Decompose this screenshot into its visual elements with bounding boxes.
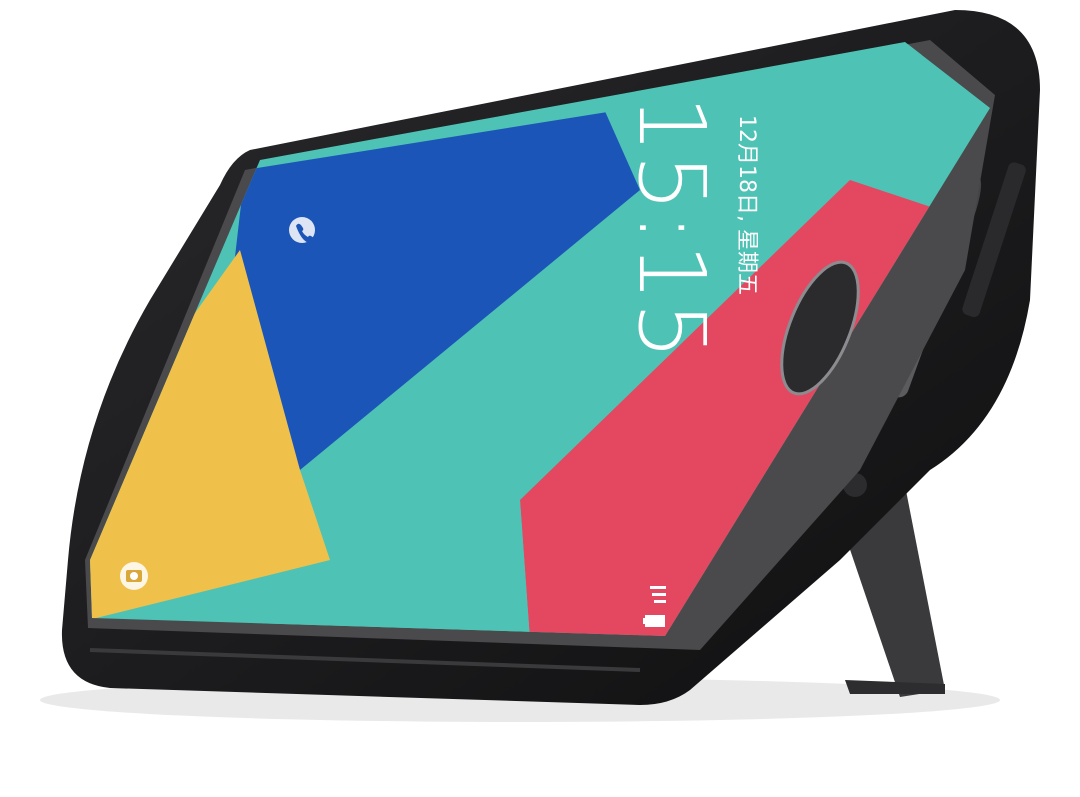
lockscreen-time: 15:15 xyxy=(618,95,725,360)
lockscreen-clock-group: 15:15 xyxy=(618,95,725,360)
lockscreen-date-group: 12月18日, 星期五 xyxy=(734,115,759,295)
lockscreen-date: 12月18日, 星期五 xyxy=(734,115,759,295)
phone-product-photo: 15:15 12月18日, 星期五 xyxy=(40,10,1040,722)
battery-icon xyxy=(643,615,665,627)
camera-icon[interactable] xyxy=(120,562,148,590)
